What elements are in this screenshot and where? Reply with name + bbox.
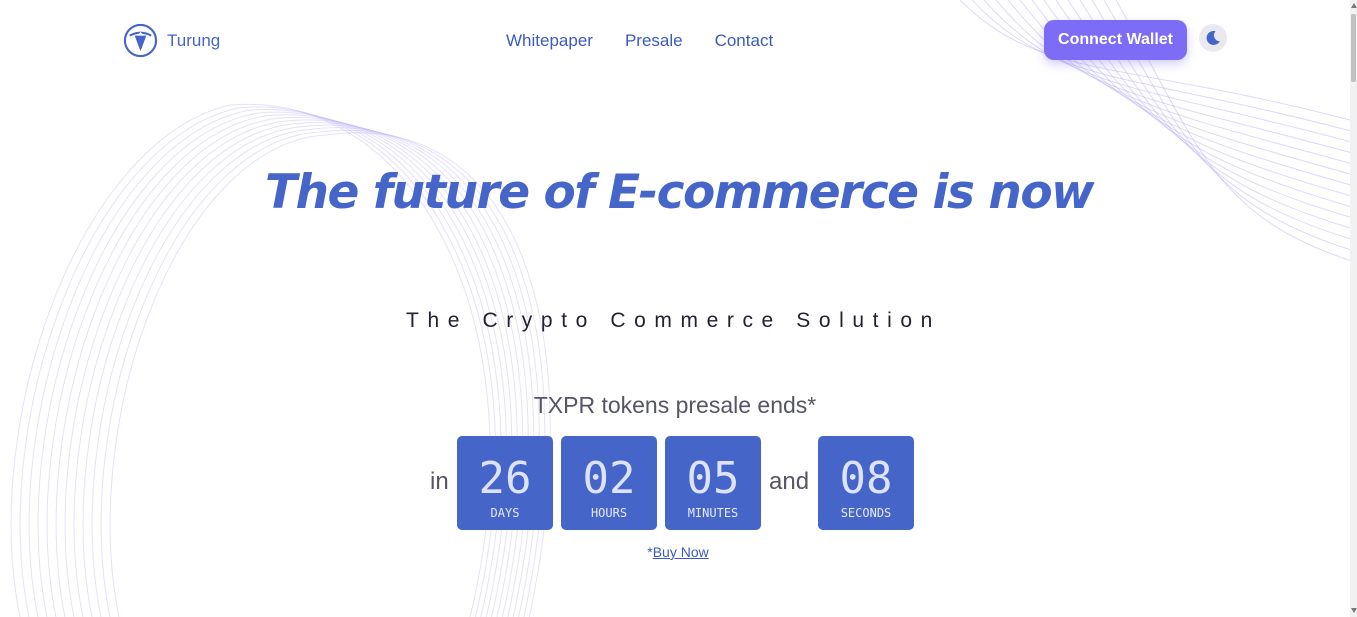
countdown-hours-value: 02 [582, 453, 636, 504]
page-scrollbar[interactable] [1350, 0, 1357, 617]
countdown-days-label: DAYS [490, 506, 520, 520]
theme-toggle-button[interactable] [1199, 24, 1227, 52]
countdown-minutes: 05 MINUTES [665, 436, 761, 530]
buy-now-note: *Buy Now [0, 544, 1356, 560]
countdown-minutes-value: 05 [686, 453, 740, 504]
scrollbar-thumb[interactable] [1351, 14, 1356, 82]
nav-link-presale[interactable]: Presale [625, 31, 683, 51]
presale-ends-text: TXPR tokens presale ends* [533, 392, 817, 418]
countdown-connector: and [769, 468, 810, 495]
nav-link-contact[interactable]: Contact [715, 31, 774, 51]
countdown-prefix: in [430, 468, 449, 495]
countdown-hours-label: HOURS [590, 506, 628, 520]
buy-now-link[interactable]: Buy Now [653, 544, 709, 560]
countdown-seconds: 08 SECONDS [818, 436, 914, 530]
countdown-minutes-label: MINUTES [687, 506, 739, 520]
site-header: Turung Whitepaper Presale Contact Connec… [0, 0, 1350, 82]
countdown-days-value: 26 [478, 453, 532, 504]
brand-logo[interactable]: Turung [123, 23, 220, 58]
hero-subtitle: The Crypto Commerce Solution [406, 309, 941, 332]
scroll-down-arrow[interactable] [1351, 608, 1357, 613]
hero-title: The future of E-commerce is now [264, 165, 1095, 220]
brand-name: Turung [167, 30, 221, 50]
turung-logo-icon [123, 23, 158, 58]
countdown-seconds-label: SECONDS [840, 506, 892, 520]
connect-wallet-button[interactable]: Connect Wallet [1044, 20, 1187, 60]
countdown-seconds-value: 08 [839, 453, 893, 504]
countdown-days: 26 DAYS [457, 436, 553, 530]
moon-icon [1206, 30, 1220, 45]
main-nav: Whitepaper Presale Contact [506, 31, 773, 51]
presale-countdown: in 26 DAYS 02 HOURS 05 MINUTES and 08 SE… [0, 436, 1350, 530]
countdown-hours: 02 HOURS [561, 436, 657, 530]
scroll-up-arrow[interactable] [1351, 3, 1357, 8]
nav-link-whitepaper[interactable]: Whitepaper [506, 31, 593, 51]
